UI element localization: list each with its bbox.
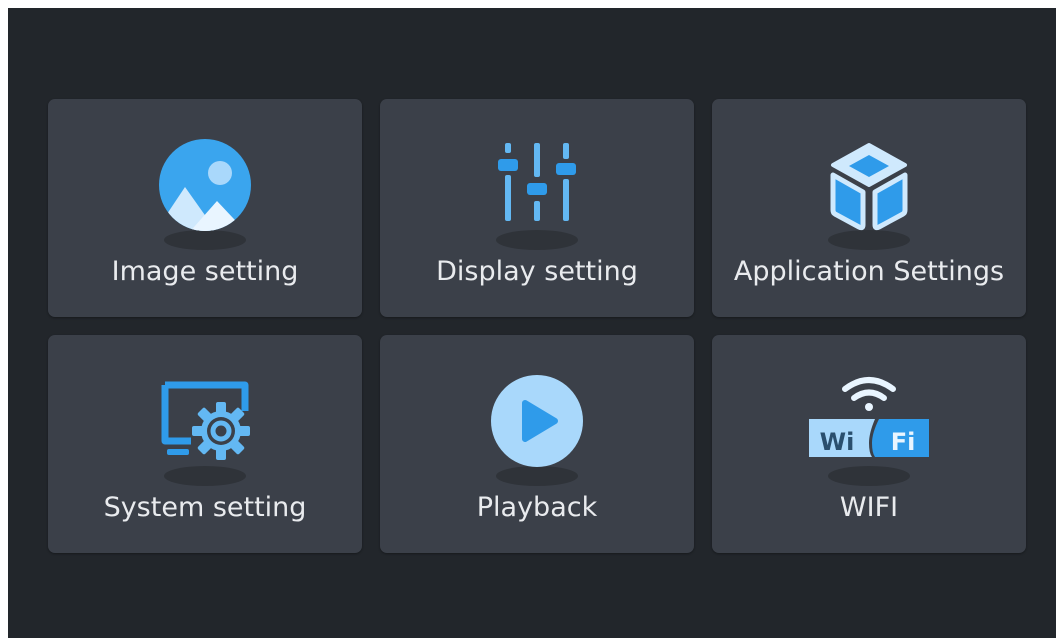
wifi-badge-right: Fi (891, 428, 916, 456)
image-setting-tile[interactable]: Image setting (48, 99, 362, 317)
application-settings-tile[interactable]: Application Settings (712, 99, 1026, 317)
playback-tile[interactable]: Playback (380, 335, 694, 553)
image-icon (145, 135, 265, 255)
tile-label: WIFI (839, 492, 899, 523)
settings-screen: Image setting Display setting Applicatio… (8, 8, 1056, 638)
monitor-gear-icon (145, 371, 265, 491)
tile-label: Playback (476, 492, 598, 523)
wifi-badge-left: Wi (820, 428, 855, 456)
tile-label: System setting (103, 492, 307, 523)
display-setting-tile[interactable]: Display setting (380, 99, 694, 317)
sliders-icon (477, 135, 597, 255)
wifi-icon: Wi Fi (809, 371, 929, 491)
cube-icon (809, 135, 929, 255)
tile-label: Image setting (111, 256, 299, 287)
tile-label: Application Settings (733, 256, 1005, 287)
wifi-tile[interactable]: Wi Fi WIFI (712, 335, 1026, 553)
play-icon (477, 371, 597, 491)
tile-label: Display setting (436, 256, 638, 287)
system-setting-tile[interactable]: System setting (48, 335, 362, 553)
